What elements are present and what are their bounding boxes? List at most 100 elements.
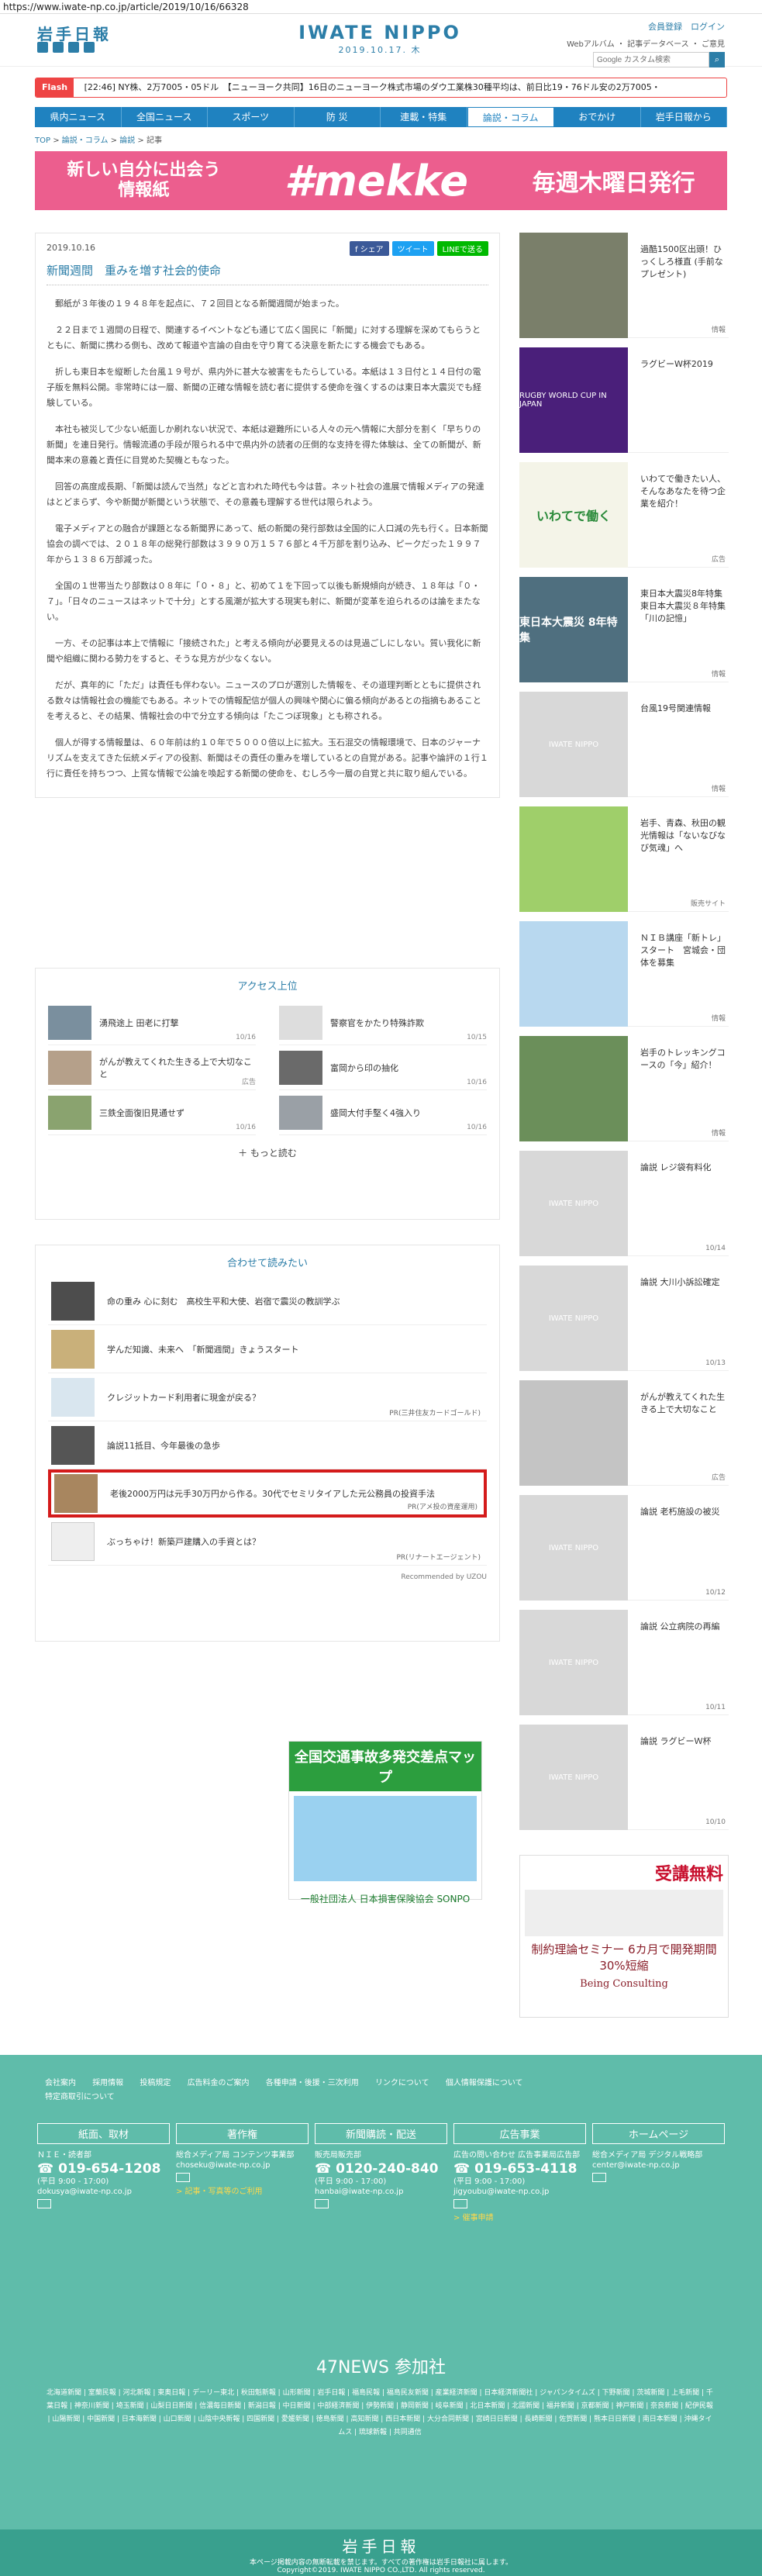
recommend-item-highlighted[interactable]: 老後2000万円は元手30万円から作る。30代でセミリタイアした元公務員の投資手… bbox=[48, 1469, 487, 1518]
side-item[interactable]: 過酷1500区出頭！ひっくしろ様直 (手前なプレゼント) 情報 bbox=[519, 233, 729, 338]
footer-links: 会社案内 採用情報 投稿規定 広告料金のご案内 各種申請・後援・三次利用 リンク… bbox=[45, 2077, 719, 2105]
phone-number[interactable]: ☎ 019-654-1208 bbox=[37, 2161, 170, 2177]
recommend-item[interactable]: 学んだ知識、未来へ 「新聞週間」きょうスタート bbox=[48, 1325, 487, 1373]
event-link[interactable]: > 催事申請 bbox=[453, 2211, 586, 2222]
breadcrumb-link[interactable]: TOP bbox=[35, 136, 50, 145]
breadcrumb-current: 記事 bbox=[146, 136, 162, 145]
mail-icon[interactable] bbox=[453, 2199, 467, 2208]
nav-item[interactable]: 全国ニュース bbox=[122, 107, 208, 127]
contact-email[interactable]: choseku@iwate-np.co.jp bbox=[176, 2161, 309, 2170]
mekke-banner[interactable]: 新しい自分に出会う 情報紙 #mekke 毎週木曜日発行 bbox=[35, 151, 727, 210]
footer-link[interactable]: 特定商取引について bbox=[45, 2093, 115, 2101]
side-title: 岩手のトレッキングコースの「今」紹介！ bbox=[640, 1048, 726, 1070]
side-item[interactable]: 岩手、青森、秋田の観光情報は「ないなびなび気魂」へ 販売サイト bbox=[519, 806, 729, 912]
side-item[interactable]: IWATE NIPPO 論説 ラグビーＷ杯 10/10 bbox=[519, 1725, 729, 1830]
article-paragraph: 電子メディアとの融合が課題となる新聞界にあって、紙の新聞の発行部数は全国的に人口… bbox=[47, 523, 488, 565]
side-item[interactable]: IWATE NIPPO 論説 レジ袋有料化 10/14 bbox=[519, 1151, 729, 1256]
phone-icon: ☎ bbox=[37, 2161, 54, 2177]
side-item[interactable]: IWATE NIPPO 論説 公立病院の再編 10/11 bbox=[519, 1610, 729, 1715]
nav-item[interactable]: スポーツ bbox=[208, 107, 295, 127]
nav-item[interactable]: 連載・特集 bbox=[381, 107, 467, 127]
facebook-share-button[interactable]: f シェア bbox=[349, 241, 389, 256]
address-bar[interactable]: https://www.iwate-np.co.jp/article/2019/… bbox=[0, 0, 762, 14]
mail-icon[interactable] bbox=[37, 2199, 51, 2208]
nav-item[interactable]: 県内ニュース bbox=[35, 107, 122, 127]
phone-text: 019-654-1208 bbox=[58, 2161, 161, 2177]
side-item[interactable]: がんが教えてくれた生きる上で大切なこと 広告 bbox=[519, 1380, 729, 1486]
breadcrumb-link[interactable]: 論説・コラム bbox=[62, 136, 109, 145]
recommend-item[interactable]: 論説11抵目、今年最後の急歩 bbox=[48, 1421, 487, 1469]
breadcrumb-link[interactable]: 論説 bbox=[119, 136, 135, 145]
side-item[interactable]: RUGBY WORLD CUP IN JAPAN ラグビーW杯2019 bbox=[519, 347, 729, 453]
thumbnail bbox=[48, 1005, 91, 1040]
footer-link[interactable]: 広告料金のご案内 bbox=[188, 2079, 250, 2087]
rss-icon[interactable] bbox=[84, 42, 95, 53]
phone-number[interactable]: ☎ 019-653-4118 bbox=[453, 2161, 586, 2177]
ad-free-label: 受講無料 bbox=[654, 1865, 723, 1884]
side-item[interactable]: 岩手のトレッキングコースの「今」紹介！ 情報 bbox=[519, 1036, 729, 1141]
tweet-button[interactable]: ツイート bbox=[391, 241, 434, 256]
ranking-item[interactable]: 富岡から印の抽化 10/16 bbox=[279, 1045, 487, 1090]
traffic-map-ad[interactable]: 全国交通事故多発交差点マップ 一般社団法人 日本損害保険協会 SONPO bbox=[288, 1741, 482, 1904]
contact-email[interactable]: jigyoubu@iwate-np.co.jp bbox=[453, 2188, 586, 2196]
side-item[interactable]: 東日本大震災 8年特集 東日本大震災8年特集 東日本大震災８年特集「川の記憶」 情報 bbox=[519, 577, 731, 682]
ranking-item[interactable]: 三鉄全面復旧見通せず 10/16 bbox=[48, 1090, 256, 1135]
side-item[interactable]: ＮＩＢ講座「新トレ」スタート 宮城会・団体を募集 情報 bbox=[519, 921, 729, 1027]
side-item[interactable]: IWATE NIPPO 台風19号関連情報 情報 bbox=[519, 692, 729, 797]
ranking-item[interactable]: 湧飛途上 田老に打撃 10/16 bbox=[48, 1000, 256, 1045]
side-item[interactable]: IWATE NIPPO 論説 大川小訴訟確定 10/13 bbox=[519, 1266, 729, 1371]
flash-news-ticker[interactable]: Flash [22:46] NY株、2万7005・05ドル 【ニューヨーク共同】… bbox=[35, 78, 727, 98]
side-image: いわてで働く bbox=[519, 462, 628, 568]
recommend-item-title: クレジットカード利用者に現金が戻る？ bbox=[107, 1392, 260, 1403]
contact-email[interactable]: center@iwate-np.co.jp bbox=[592, 2161, 725, 2170]
recommend-item[interactable]: クレジットカード利用者に現金が戻る？ PR(三井住友カードゴールド) bbox=[48, 1373, 487, 1421]
footer-logo[interactable]: 岩手日報 bbox=[0, 2529, 762, 2557]
contact-email[interactable]: dokusya@iwate-np.co.jp bbox=[37, 2188, 170, 2196]
copyright-usage-link[interactable]: > 記事・写真等のご利用 bbox=[176, 2184, 309, 2196]
article-paragraph: 郵紙が３年後の１９４８年を起点に、７２回目となる新聞週間が始まった。 bbox=[55, 299, 344, 309]
line-icon[interactable] bbox=[68, 42, 79, 53]
ranking-item[interactable]: 警察官をかたり特殊詐欺 10/15 bbox=[279, 1000, 487, 1045]
account-links[interactable]: 会員登録 ログイン bbox=[567, 20, 725, 33]
recommend-item[interactable]: 命の重み 心に刻む 高校生平和大使、岩宿で震災の教訓学ぶ bbox=[48, 1277, 487, 1325]
facebook-icon[interactable] bbox=[53, 42, 64, 53]
mail-icon[interactable] bbox=[176, 2173, 190, 2182]
nav-item[interactable]: おでかけ bbox=[554, 107, 641, 127]
footer-link[interactable]: リンクについて bbox=[375, 2079, 429, 2087]
line-share-button[interactable]: LINEで送る bbox=[436, 241, 488, 256]
contact-email[interactable]: hanbai@iwate-np.co.jp bbox=[315, 2188, 447, 2196]
flash-text[interactable]: [22:46] NY株、2万7005・05ドル 【ニューヨーク共同】16日のニュ… bbox=[77, 78, 660, 97]
side-item[interactable]: IWATE NIPPO 論説 老朽施設の被災 10/12 bbox=[519, 1495, 729, 1601]
ranking-item[interactable]: がんが教えてくれた生きる上で大切なこと 広告 bbox=[48, 1045, 256, 1090]
site-logo[interactable]: 岩手日報 bbox=[37, 22, 112, 44]
more-label: もっと読む bbox=[250, 1148, 297, 1159]
contact-column: 著作権 総合メディア局 コンテンツ事業部 choseku@iwate-np.co… bbox=[176, 2123, 309, 2222]
seminar-ad[interactable]: 受講無料 制約理論セミナー 6カ月で開発期間30%短縮 Being Consul… bbox=[519, 1855, 729, 2018]
mail-icon[interactable] bbox=[315, 2199, 329, 2208]
banner-left-text: 新しい自分に出会う 情報紙 bbox=[67, 161, 221, 200]
side-image bbox=[519, 806, 628, 912]
footer-link[interactable]: 会社案内 bbox=[45, 2079, 76, 2087]
more-button[interactable]: ＋ もっと読む bbox=[48, 1146, 487, 1159]
ranking-item[interactable]: 盛岡大付手堅く4強入り 10/16 bbox=[279, 1090, 487, 1135]
footer-link[interactable]: 投稿規定 bbox=[140, 2079, 171, 2087]
phone-number[interactable]: ☎ 0120-240-840 bbox=[315, 2161, 447, 2177]
mail-icon[interactable] bbox=[592, 2173, 606, 2182]
side-item[interactable]: いわてで働く いわてで働きたい人、そんなあなたを待つ企業を紹介！ 広告 bbox=[519, 462, 729, 568]
search-input[interactable] bbox=[593, 52, 709, 67]
chain-image bbox=[525, 1890, 723, 1936]
footer-link[interactable]: 各種申請・後援・三次利用 bbox=[266, 2079, 359, 2087]
search-icon[interactable]: ⌕ bbox=[709, 52, 725, 67]
side-title: 論説 大川小訴訟確定 bbox=[640, 1277, 720, 1287]
47news-members[interactable]: 北海道新聞 | 室蘭民報 | 河北新報 | 東奥日報 | デーリー東北 | 秋田… bbox=[47, 2387, 713, 2440]
side-title: がんが教えてくれた生きる上で大切なこと bbox=[640, 1392, 726, 1414]
nav-item[interactable]: 防 災 bbox=[295, 107, 381, 127]
footer-link[interactable]: 個人情報保護について bbox=[446, 2079, 523, 2087]
footer-link[interactable]: 採用情報 bbox=[92, 2079, 123, 2087]
twitter-icon[interactable] bbox=[37, 42, 48, 53]
nav-item[interactable]: 岩手日報から bbox=[641, 107, 727, 127]
recommend-item[interactable]: ぶっちゃけ！新築戸建購入の手資とは？ PR(リナートエージェント) bbox=[48, 1518, 487, 1566]
nav-item-active[interactable]: 論説・コラム bbox=[467, 107, 554, 127]
header-sublinks[interactable]: Webアルバム ・ 記事データベース ・ ご意見 bbox=[567, 37, 725, 49]
banner-logo: #mekke bbox=[284, 156, 468, 205]
